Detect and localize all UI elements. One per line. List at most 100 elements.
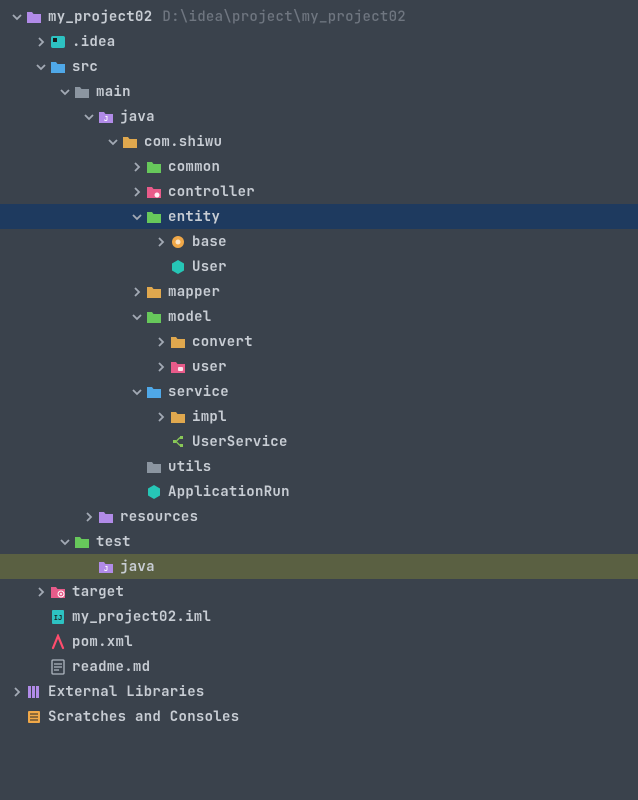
node-utils[interactable]: utils	[0, 454, 638, 479]
library-icon	[26, 684, 42, 700]
tree-node-label: com.shiwu	[144, 133, 222, 151]
chevron-right-icon[interactable]	[34, 586, 48, 598]
tree-node-label: service	[168, 383, 229, 401]
node-idea[interactable]: .idea	[0, 29, 638, 54]
node-model[interactable]: model	[0, 304, 638, 329]
md-icon	[50, 659, 66, 675]
chevron-right-icon[interactable]	[82, 511, 96, 523]
node-mapper[interactable]: mapper	[0, 279, 638, 304]
class-icon	[170, 259, 186, 275]
node-userservice[interactable]: UserService	[0, 429, 638, 454]
folder-icon	[26, 9, 42, 25]
project-tree: my_project02 D:\idea\project\my_project02…	[0, 4, 638, 729]
node-controller[interactable]: controller	[0, 179, 638, 204]
folder-icon	[146, 209, 162, 225]
javaFolder-icon: J	[98, 559, 114, 575]
chevron-right-icon[interactable]	[154, 236, 168, 248]
tree-node-label: utils	[168, 458, 212, 476]
tree-node-label: common	[168, 158, 220, 176]
folder-icon	[170, 334, 186, 350]
tree-node-label: test	[96, 533, 131, 551]
node-iml[interactable]: IJ my_project02.iml	[0, 604, 638, 629]
svg-text:J: J	[104, 115, 108, 124]
folder-icon	[74, 534, 90, 550]
node-com-shiwu[interactable]: com.shiwu	[0, 129, 638, 154]
class-icon	[146, 484, 162, 500]
chevron-right-icon[interactable]	[10, 686, 24, 698]
tree-node-label: External Libraries	[48, 683, 205, 701]
chevron-down-icon[interactable]	[130, 386, 144, 398]
chevron-right-icon[interactable]	[130, 286, 144, 298]
tree-node-label: src	[72, 58, 98, 76]
folder-icon	[146, 384, 162, 400]
node-service[interactable]: service	[0, 379, 638, 404]
pkg-icon	[170, 234, 186, 250]
maven-icon	[50, 634, 66, 650]
node-scratches[interactable]: Scratches and Consoles	[0, 704, 638, 729]
node-user-class[interactable]: User	[0, 254, 638, 279]
source-icon	[50, 59, 66, 75]
node-external-libs[interactable]: External Libraries	[0, 679, 638, 704]
tree-node-label: User	[192, 258, 227, 276]
chevron-down-icon[interactable]	[130, 211, 144, 223]
node-src[interactable]: src	[0, 54, 638, 79]
tree-node-label: my_project02.iml	[72, 608, 211, 626]
node-base[interactable]: base	[0, 229, 638, 254]
project-path: D:\idea\project\my_project02	[162, 8, 406, 26]
node-resources[interactable]: resources	[0, 504, 638, 529]
folder-icon	[146, 284, 162, 300]
chevron-right-icon[interactable]	[154, 411, 168, 423]
node-target[interactable]: target	[0, 579, 638, 604]
node-common[interactable]: common	[0, 154, 638, 179]
tree-node-label: pom.xml	[72, 633, 133, 651]
node-convert[interactable]: convert	[0, 329, 638, 354]
javaFolder-icon: J	[98, 109, 114, 125]
tree-node-label: impl	[192, 408, 227, 426]
chevron-right-icon[interactable]	[130, 186, 144, 198]
folder-icon	[146, 159, 162, 175]
chevron-down-icon[interactable]	[106, 136, 120, 148]
chevron-down-icon[interactable]	[58, 536, 72, 548]
tree-node-label: readme.md	[72, 658, 150, 676]
folder-icon	[146, 309, 162, 325]
tree-node-label: java	[120, 558, 155, 576]
node-readme[interactable]: readme.md	[0, 654, 638, 679]
gearFolder-icon	[146, 184, 162, 200]
tree-node-label: my_project02	[48, 8, 152, 26]
node-user-pkg[interactable]: user	[0, 354, 638, 379]
chevron-down-icon[interactable]	[82, 111, 96, 123]
tree-node-label: convert	[192, 333, 253, 351]
tree-node-label: model	[168, 308, 212, 326]
chevron-right-icon[interactable]	[34, 36, 48, 48]
node-java-main[interactable]: Jjava	[0, 104, 638, 129]
tree-node-label: base	[192, 233, 227, 251]
node-entity[interactable]: entity	[0, 204, 638, 229]
node-java-test[interactable]: Jjava	[0, 554, 638, 579]
tree-node-label: controller	[168, 183, 255, 201]
idea-icon	[50, 34, 66, 50]
node-test[interactable]: test	[0, 529, 638, 554]
tree-node-label: Scratches and Consoles	[48, 708, 239, 726]
tree-node-label: ApplicationRun	[168, 483, 290, 501]
tree-node-label: UserService	[192, 433, 288, 451]
node-main[interactable]: main	[0, 79, 638, 104]
chevron-right-icon[interactable]	[154, 361, 168, 373]
node-pom[interactable]: pom.xml	[0, 629, 638, 654]
node-impl[interactable]: impl	[0, 404, 638, 429]
chevron-down-icon[interactable]	[34, 61, 48, 73]
tree-node-label: mapper	[168, 283, 220, 301]
svg-text:IJ: IJ	[54, 614, 62, 623]
root-project[interactable]: my_project02 D:\idea\project\my_project02	[0, 4, 638, 29]
folder-icon	[98, 509, 114, 525]
chevron-right-icon[interactable]	[154, 336, 168, 348]
interface-icon	[170, 434, 186, 450]
iml-icon: IJ	[50, 609, 66, 625]
chevron-down-icon[interactable]	[10, 11, 24, 23]
folder-icon	[146, 459, 162, 475]
chevron-down-icon[interactable]	[130, 311, 144, 323]
chevron-down-icon[interactable]	[58, 86, 72, 98]
chevron-right-icon[interactable]	[130, 161, 144, 173]
node-applicationrun[interactable]: ApplicationRun	[0, 479, 638, 504]
scratch-icon	[26, 709, 42, 725]
tree-node-label: entity	[168, 208, 220, 226]
